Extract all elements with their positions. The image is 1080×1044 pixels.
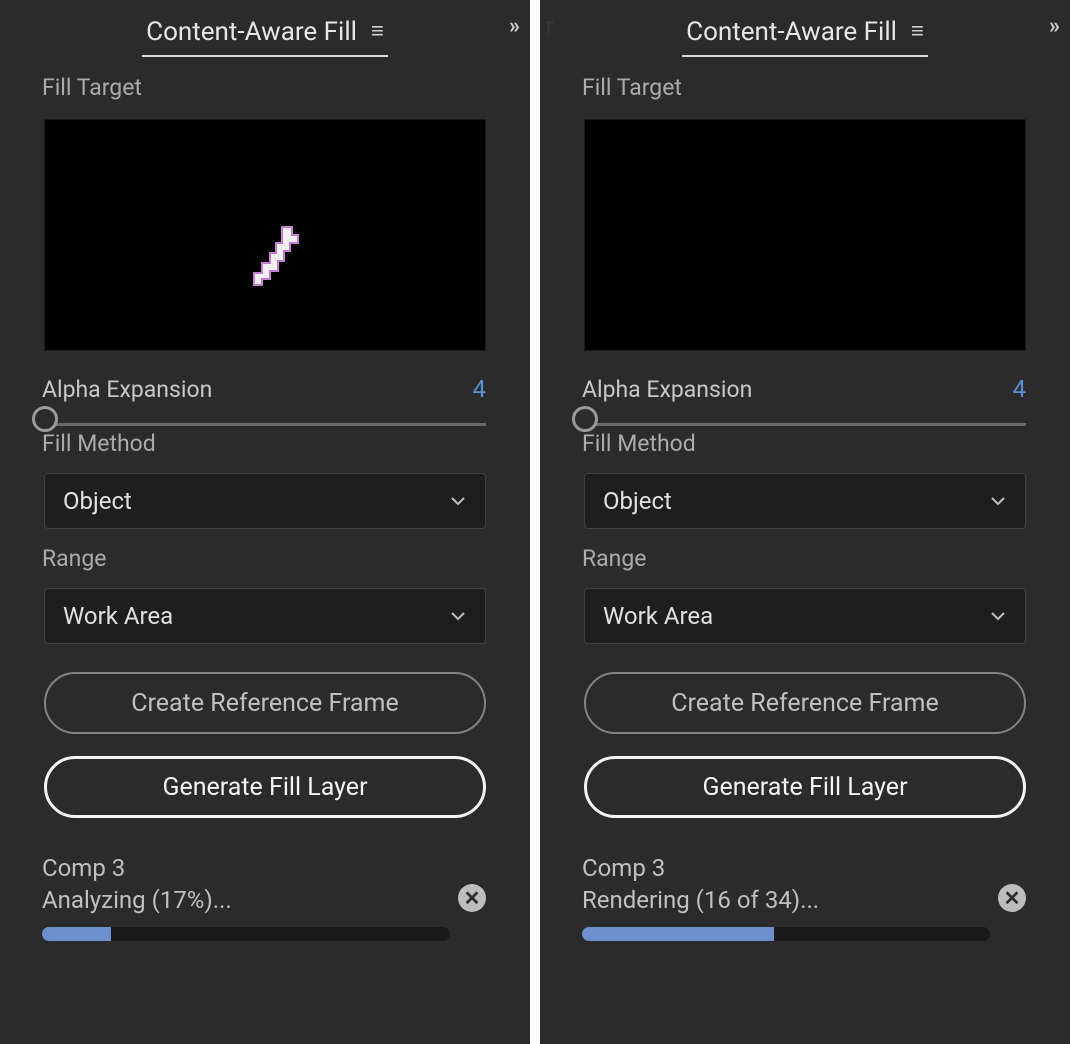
- fill-method-select[interactable]: Object: [584, 473, 1026, 529]
- generate-fill-layer-button[interactable]: Generate Fill Layer: [584, 756, 1026, 818]
- range-value: Work Area: [63, 602, 173, 630]
- slider-thumb[interactable]: [572, 406, 598, 432]
- progress-fill: [42, 927, 111, 941]
- progress-bar: [582, 927, 990, 941]
- slider-thumb[interactable]: [32, 406, 58, 432]
- alpha-expansion-value[interactable]: 4: [473, 375, 487, 403]
- slider-track: [584, 423, 1026, 426]
- collapse-icon[interactable]: »: [1049, 14, 1056, 39]
- alpha-expansion-slider[interactable]: [0, 405, 530, 426]
- panel-tab[interactable]: Content-Aware Fill ≡: [682, 11, 928, 57]
- fill-target-preview: [584, 119, 1026, 351]
- content-aware-fill-panel: r Content-Aware Fill ≡ » Fill Target Alp…: [540, 0, 1070, 1044]
- collapse-icon[interactable]: »: [509, 14, 516, 39]
- mask-shape-icon: [247, 221, 309, 291]
- slider-track: [44, 423, 486, 426]
- cancel-icon[interactable]: ✕: [998, 884, 1026, 912]
- range-label: Range: [540, 543, 1070, 580]
- comp-name: Comp 3: [42, 852, 486, 884]
- status-text: Analyzing (17%)...: [42, 884, 486, 916]
- alpha-expansion-row: Alpha Expansion 4: [540, 369, 1070, 405]
- alpha-expansion-label: Alpha Expansion: [582, 376, 752, 403]
- fill-method-value: Object: [603, 487, 672, 515]
- chevron-down-icon: [449, 492, 467, 510]
- range-value: Work Area: [603, 602, 713, 630]
- range-select[interactable]: Work Area: [44, 588, 486, 644]
- alpha-expansion-label: Alpha Expansion: [42, 376, 212, 403]
- create-reference-frame-label: Create Reference Frame: [671, 689, 938, 718]
- progress-fill: [582, 927, 774, 941]
- generate-fill-layer-label: Generate Fill Layer: [162, 773, 367, 802]
- create-reference-frame-label: Create Reference Frame: [131, 689, 398, 718]
- panel-title: Content-Aware Fill: [686, 17, 897, 47]
- status-text: Rendering (16 of 34)...: [582, 884, 1026, 916]
- generate-fill-layer-button[interactable]: Generate Fill Layer: [44, 756, 486, 818]
- panel-title: Content-Aware Fill: [146, 17, 357, 47]
- fill-target-label: Fill Target: [540, 62, 1070, 109]
- truncated-char: r: [546, 14, 553, 39]
- comp-name: Comp 3: [582, 852, 1026, 884]
- panel-tab[interactable]: Content-Aware Fill ≡: [142, 11, 388, 57]
- range-label: Range: [0, 543, 530, 580]
- create-reference-frame-button[interactable]: Create Reference Frame: [584, 672, 1026, 734]
- chevron-down-icon: [989, 492, 1007, 510]
- fill-target-label: Fill Target: [0, 62, 530, 109]
- progress-bar: [42, 927, 450, 941]
- status-block: Comp 3 Analyzing (17%)... ✕: [0, 818, 530, 941]
- fill-method-label: Fill Method: [540, 426, 1070, 465]
- chevron-down-icon: [449, 607, 467, 625]
- panel-menu-icon[interactable]: ≡: [371, 21, 384, 43]
- alpha-expansion-slider[interactable]: [540, 405, 1070, 426]
- panel-header: r Content-Aware Fill ≡ »: [540, 0, 1070, 62]
- panel-menu-icon[interactable]: ≡: [911, 21, 924, 43]
- fill-method-value: Object: [63, 487, 132, 515]
- alpha-expansion-row: Alpha Expansion 4: [0, 369, 530, 405]
- content-aware-fill-panel: Content-Aware Fill ≡ » Fill Target Alpha…: [0, 0, 530, 1044]
- alpha-expansion-value[interactable]: 4: [1013, 375, 1027, 403]
- cancel-icon[interactable]: ✕: [458, 884, 486, 912]
- range-select[interactable]: Work Area: [584, 588, 1026, 644]
- chevron-down-icon: [989, 607, 1007, 625]
- fill-method-label: Fill Method: [0, 426, 530, 465]
- generate-fill-layer-label: Generate Fill Layer: [702, 773, 907, 802]
- create-reference-frame-button[interactable]: Create Reference Frame: [44, 672, 486, 734]
- fill-target-preview: [44, 119, 486, 351]
- status-block: Comp 3 Rendering (16 of 34)... ✕: [540, 818, 1070, 941]
- panel-header: Content-Aware Fill ≡ »: [0, 0, 530, 62]
- fill-method-select[interactable]: Object: [44, 473, 486, 529]
